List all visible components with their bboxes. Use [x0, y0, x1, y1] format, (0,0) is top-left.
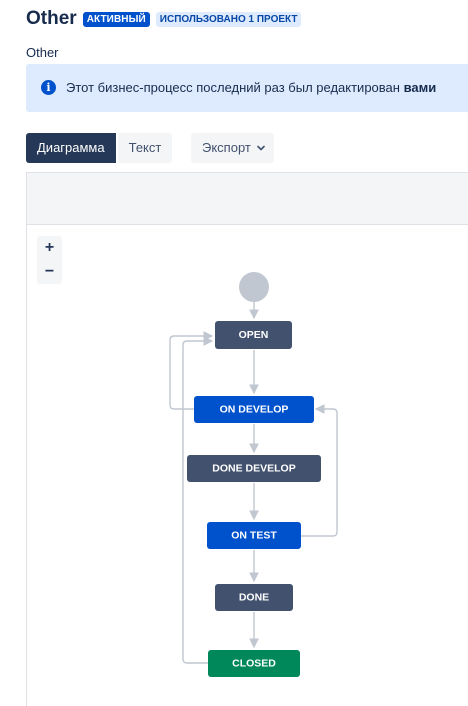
status-label-closed: CLOSED — [232, 658, 276, 670]
status-label-done: DONE — [239, 592, 269, 604]
status-node-open[interactable]: OPEN — [215, 321, 292, 349]
transition-closed-open-loop[interactable] — [182, 336, 214, 664]
status-node-closed[interactable]: CLOSED — [208, 650, 300, 677]
status-node-done[interactable]: DONE — [215, 584, 293, 611]
status-node-on-develop[interactable]: ON DEVELOP — [194, 396, 314, 423]
start-node — [239, 272, 269, 302]
status-label-on-develop: ON DEVELOP — [220, 404, 289, 416]
status-label-done-develop: DONE DEVELOP — [212, 463, 295, 475]
status-node-on-test[interactable]: ON TEST — [207, 522, 301, 549]
status-label-on-test: ON TEST — [231, 530, 277, 542]
workflow-diagram: OPEN ON DEVELOP DONE DEVELOP ON TEST DON… — [169, 272, 338, 677]
status-node-done-develop[interactable]: DONE DEVELOP — [187, 455, 321, 482]
status-label-open: OPEN — [239, 329, 269, 341]
